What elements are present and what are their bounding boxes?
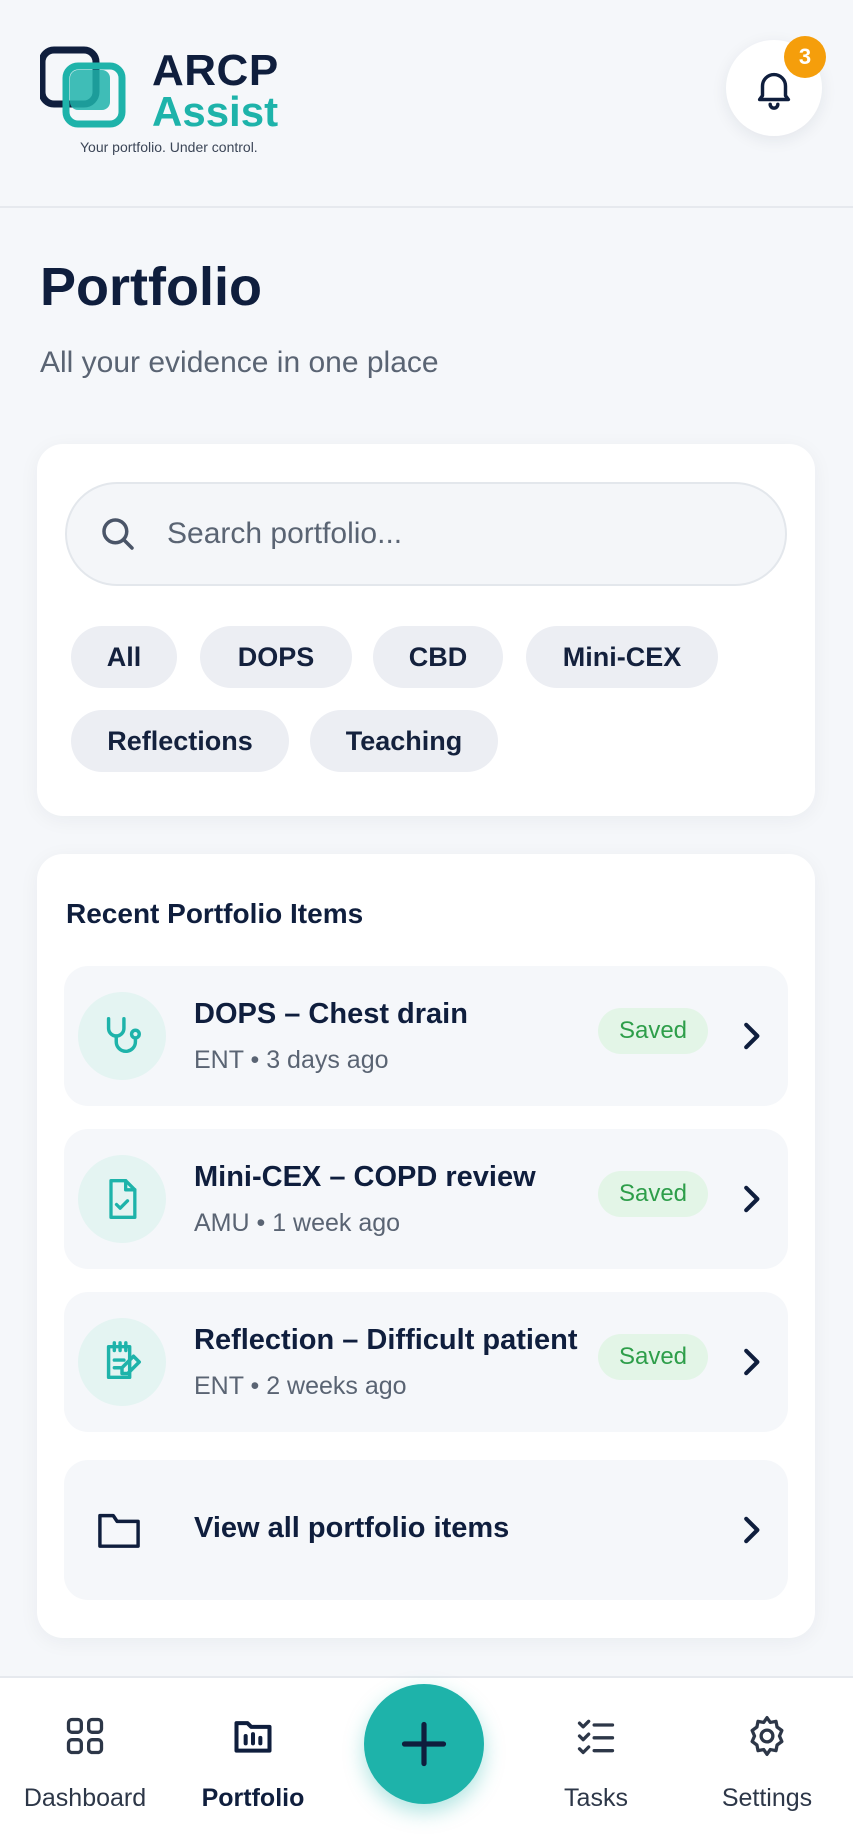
chevron-right-icon xyxy=(744,1022,760,1050)
nav-label: Tasks xyxy=(564,1784,628,1812)
page-subtitle: All your evidence in one place xyxy=(40,346,439,379)
item-icon-circle xyxy=(78,992,166,1080)
grid-icon xyxy=(66,1717,104,1755)
notepad-pen-icon xyxy=(106,1341,141,1380)
logo-tagline: Your portfolio. Under control. xyxy=(80,139,258,155)
nav-label: Portfolio xyxy=(201,1784,305,1812)
status-badge: Saved xyxy=(598,1008,708,1054)
search-input[interactable]: Search portfolio... xyxy=(65,482,787,586)
item-meta: ENT • 2 weeks ago xyxy=(194,1372,407,1400)
view-all-portfolio-button[interactable]: View all portfolio items xyxy=(64,1460,788,1600)
app-header: ARCP Assist Your portfolio. Under contro… xyxy=(0,0,853,208)
item-meta: ENT • 3 days ago xyxy=(194,1046,389,1074)
portfolio-item-row[interactable]: Reflection – Difficult patient ENT • 2 w… xyxy=(64,1292,788,1432)
search-icon xyxy=(102,518,134,550)
filter-chip-dops[interactable]: DOPS xyxy=(200,626,352,688)
plus-icon xyxy=(401,1721,447,1767)
document-check-icon xyxy=(109,1179,137,1219)
stethoscope-icon xyxy=(106,1017,141,1054)
add-item-button[interactable] xyxy=(364,1684,484,1804)
item-title: DOPS – Chest drain xyxy=(194,998,468,1030)
item-meta: AMU • 1 week ago xyxy=(194,1209,401,1237)
filter-chip-reflections[interactable]: Reflections xyxy=(71,710,289,772)
filter-chip-cbd[interactable]: CBD xyxy=(373,626,503,688)
nav-dashboard[interactable]: Dashboard xyxy=(0,1678,170,1843)
section-title: Recent Portfolio Items xyxy=(66,898,364,929)
folder-icon xyxy=(98,1513,140,1548)
portfolio-item-row[interactable]: DOPS – Chest drain ENT • 3 days ago Save… xyxy=(64,966,788,1106)
nav-settings[interactable]: Settings xyxy=(682,1678,852,1843)
filter-chip-teaching[interactable]: Teaching xyxy=(310,710,498,772)
portfolio-item-row[interactable]: Mini-CEX – COPD review AMU • 1 week ago … xyxy=(64,1129,788,1269)
nav-label: Settings xyxy=(721,1784,813,1812)
portfolio-icon xyxy=(234,1721,272,1753)
view-all-label: View all portfolio items xyxy=(194,1512,510,1544)
checklist-icon xyxy=(577,1719,615,1755)
logo-text-assist: Assist xyxy=(152,88,279,135)
filter-chip-mini-cex[interactable]: Mini-CEX xyxy=(526,626,718,688)
logo-mark-icon xyxy=(40,46,126,128)
nav-portfolio[interactable]: Portfolio xyxy=(168,1678,338,1843)
status-badge: Saved xyxy=(598,1171,708,1217)
search-filter-card: Search portfolio... All DOPS CBD Mini-CE… xyxy=(37,444,815,816)
chevron-right-icon xyxy=(744,1348,760,1376)
status-badge: Saved xyxy=(598,1334,708,1380)
item-icon-circle xyxy=(78,1318,166,1406)
recent-items-card: Recent Portfolio Items DOPS – Chest drai… xyxy=(37,854,815,1638)
chevron-right-icon xyxy=(744,1185,760,1213)
item-title: Mini-CEX – COPD review xyxy=(194,1161,536,1193)
nav-label: Dashboard xyxy=(23,1784,147,1812)
search-placeholder: Search portfolio... xyxy=(167,517,403,550)
chevron-right-icon xyxy=(744,1516,760,1544)
notification-count-badge: 3 xyxy=(784,36,826,78)
item-title: Reflection – Difficult patient xyxy=(194,1324,578,1356)
item-icon-circle xyxy=(78,1155,166,1243)
filter-chip-all[interactable]: All xyxy=(71,626,177,688)
page-title: Portfolio xyxy=(40,257,262,317)
nav-tasks[interactable]: Tasks xyxy=(511,1678,681,1843)
gear-icon xyxy=(750,1716,784,1756)
